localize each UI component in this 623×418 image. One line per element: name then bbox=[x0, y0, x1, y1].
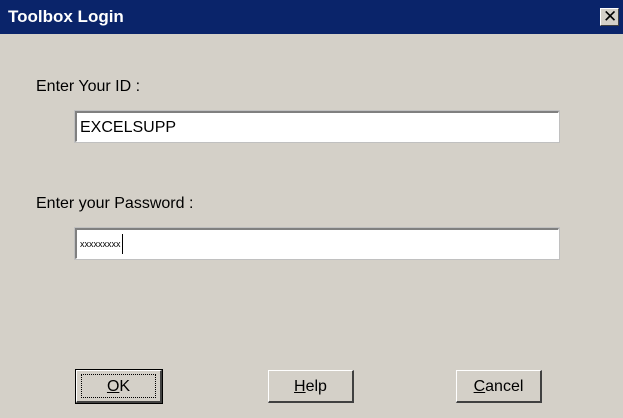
toolbox-login-dialog: Toolbox Login ✕ Enter Your ID : EXCELSUP… bbox=[0, 0, 623, 418]
id-input-value: EXCELSUPP bbox=[80, 119, 177, 136]
window-title: Toolbox Login bbox=[8, 7, 124, 26]
help-button[interactable]: Help bbox=[268, 370, 354, 403]
password-input-value: xxxxxxxxx bbox=[80, 239, 121, 249]
title-bar[interactable]: Toolbox Login ✕ bbox=[0, 0, 623, 34]
cancel-button[interactable]: Cancel bbox=[456, 370, 542, 403]
close-button[interactable]: ✕ bbox=[600, 7, 619, 26]
ok-button[interactable]: OK bbox=[75, 369, 163, 404]
password-input[interactable]: xxxxxxxxx bbox=[74, 227, 560, 260]
close-icon: ✕ bbox=[603, 7, 618, 26]
cancel-button-label: Cancel bbox=[473, 378, 524, 395]
id-input[interactable]: EXCELSUPP bbox=[74, 110, 560, 143]
ok-button-label: OK bbox=[106, 378, 131, 395]
password-label: Enter your Password : bbox=[36, 195, 194, 212]
text-caret bbox=[122, 234, 123, 254]
help-button-label: Help bbox=[294, 378, 327, 395]
id-label: Enter Your ID : bbox=[36, 78, 141, 95]
